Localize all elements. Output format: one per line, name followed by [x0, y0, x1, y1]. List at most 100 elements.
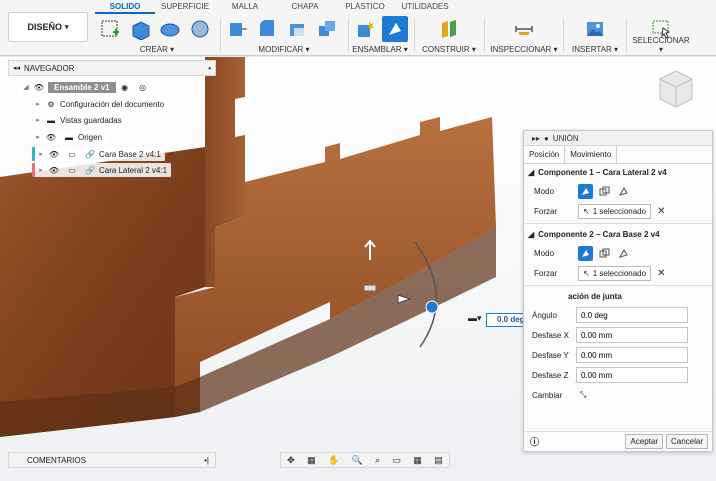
group-crear: CREAR ▾ — [97, 14, 217, 56]
angle-field[interactable] — [576, 307, 688, 323]
expand-triangle-icon[interactable]: ▸ — [34, 133, 42, 141]
insert-image-icon[interactable] — [582, 16, 608, 42]
toolbar-tabs: SOLIDO SUPERFICIE MALLA CHAPA PLÁSTICO U… — [95, 0, 455, 14]
two-edge-intersection-icon[interactable] — [616, 184, 631, 199]
offset-x-field[interactable] — [576, 327, 688, 343]
dialog-header[interactable]: ▸▸ ● UNIÓN — [524, 131, 712, 146]
browser-menu-icon[interactable]: • — [208, 64, 211, 73]
grid-icon[interactable]: ▦ — [413, 455, 422, 466]
offset-plane-icon[interactable] — [436, 16, 462, 42]
group-label-construir[interactable]: CONSTRUIR — [422, 45, 470, 54]
group-label-modificar[interactable]: MODIFICAR — [258, 45, 303, 54]
section-title: Componente 2 – Cara Base 2 v4 — [538, 230, 660, 239]
angle-type-icon[interactable]: ▬▾ — [468, 313, 482, 324]
flip-row: Cambiar ⤡ — [524, 385, 712, 405]
tree-item-document-settings[interactable]: ▸ ⚙ Configuración del documento — [32, 97, 169, 111]
group-label-seleccionar[interactable]: SELECCIONAR — [632, 36, 689, 45]
measure-icon[interactable] — [511, 16, 537, 42]
tab-chapa[interactable]: CHAPA — [275, 0, 335, 14]
hand-icon[interactable]: ✋ — [328, 455, 339, 466]
info-icon[interactable]: ⓘ — [530, 435, 539, 448]
activate-radio-icon[interactable]: ◎ — [137, 82, 149, 92]
tab-superficie[interactable]: SUPERFICIE — [155, 0, 215, 14]
toolbar-divider — [414, 18, 415, 52]
visibility-eye-icon[interactable]: 👁 — [48, 149, 60, 159]
offset-y-field[interactable] — [576, 347, 688, 363]
snap-mode-icon[interactable] — [578, 245, 593, 261]
snap-mode-icon[interactable] — [578, 183, 593, 199]
combine-icon[interactable] — [314, 16, 340, 42]
section-component2[interactable]: ◢ Componente 2 – Cara Base 2 v4 — [524, 226, 712, 243]
clear-selection-icon[interactable]: ✕ — [657, 268, 665, 279]
browser-header[interactable]: ◂◂ NAVEGADOR • — [8, 60, 216, 76]
tab-movimiento[interactable]: Movimiento — [565, 146, 618, 163]
link-icon: 🔗 — [85, 149, 95, 159]
joint-dialog: ▸▸ ● UNIÓN Posición Movimiento ◢ Compone… — [523, 130, 713, 452]
caret-down-icon: ▾ — [65, 24, 69, 31]
cursor-icon: ↖ — [583, 268, 590, 278]
group-label-inspeccionar[interactable]: INSPECCIONAR — [490, 45, 551, 54]
tab-solido[interactable]: SOLIDO — [95, 0, 155, 14]
tree-item-saved-views[interactable]: ▸ ▬ Vistas guardadas — [32, 113, 126, 127]
between-two-faces-icon[interactable] — [597, 246, 612, 261]
create-sketch-icon[interactable] — [97, 16, 123, 42]
orbit-icon[interactable]: ✥ — [287, 455, 295, 466]
group-label-crear[interactable]: CREAR — [140, 45, 168, 54]
group-insertar: INSERTAR ▾ — [567, 14, 623, 56]
collapse-icon[interactable]: ◂◂ — [13, 64, 20, 72]
press-pull-icon[interactable] — [224, 16, 250, 42]
expand-triangle-icon[interactable]: ◢ — [528, 230, 534, 239]
expand-triangle-icon[interactable]: ◢ — [528, 168, 534, 177]
tab-malla[interactable]: MALLA — [215, 0, 275, 14]
tree-item-cara-base[interactable]: ▸ 👁 ▭ 🔗 Cara Base 2 v4:1 — [32, 147, 165, 161]
tab-plastico[interactable]: PLÁSTICO — [335, 0, 395, 14]
selection-button[interactable]: ↖ 1 seleccionado — [578, 203, 652, 219]
fillet-icon[interactable] — [254, 16, 280, 42]
comments-bar[interactable]: COMENTARIOS •| — [8, 452, 216, 468]
revolve-icon[interactable] — [157, 16, 183, 42]
cancel-button[interactable]: Cancelar — [665, 434, 708, 449]
group-label-ensamblar[interactable]: ENSAMBLAR — [352, 45, 401, 54]
toolbar-divider — [348, 18, 349, 52]
between-two-faces-icon[interactable] — [597, 184, 612, 199]
expand-triangle-icon[interactable]: ▸ — [34, 100, 42, 108]
section-component1[interactable]: ◢ Componente 1 – Cara Lateral 2 v4 — [524, 164, 712, 181]
accept-button[interactable]: Aceptar — [625, 434, 663, 449]
collapse-icon[interactable]: ▸▸ — [532, 134, 540, 143]
expand-triangle-icon[interactable]: ▸ — [34, 116, 42, 124]
tree-item-root[interactable]: ◢ 👁 Ensamble 2 v1 ◉ ◎ — [20, 80, 156, 94]
viewports-icon[interactable]: ▤ — [434, 455, 443, 466]
visibility-eye-icon[interactable]: 👁 — [48, 165, 60, 175]
shell-icon[interactable] — [284, 16, 310, 42]
joint-origin-icon[interactable] — [363, 284, 377, 292]
expand-triangle-icon[interactable]: ▸ — [37, 166, 45, 174]
tab-utilidades[interactable]: UTILIDADES — [395, 0, 455, 14]
view-cube-icon[interactable] — [652, 65, 700, 113]
clear-selection-icon[interactable]: ✕ — [657, 206, 665, 217]
pan-icon[interactable]: ▦ — [307, 455, 316, 466]
new-component-icon[interactable] — [352, 16, 378, 42]
rotation-handle-icon[interactable] — [425, 300, 439, 314]
visibility-eye-icon[interactable]: 👁 — [45, 132, 57, 142]
expand-triangle-icon[interactable]: ◢ — [22, 83, 30, 91]
comments-toggle-icon[interactable]: •| — [204, 456, 209, 465]
selection-button[interactable]: ↖ 1 seleccionado — [578, 265, 652, 281]
tree-label: Cara Base 2 v4:1 — [99, 149, 161, 159]
two-edge-intersection-icon[interactable] — [616, 246, 631, 261]
group-label-insertar[interactable]: INSERTAR — [572, 45, 612, 54]
visibility-eye-icon[interactable]: 👁 — [33, 82, 45, 92]
loft-icon[interactable] — [187, 16, 213, 42]
tree-item-cara-lateral[interactable]: ▸ 👁 ▭ 🔗 Cara Lateral 2 v4:1 — [32, 163, 172, 177]
extrude-icon[interactable] — [127, 16, 153, 42]
section-alignment[interactable]: ación de junta — [524, 288, 712, 305]
flip-icon[interactable]: ⤡ — [580, 390, 586, 400]
zoom-icon[interactable]: 🔍 — [352, 455, 363, 466]
workspace-switcher-button[interactable]: DISEÑO ▾ — [8, 12, 88, 42]
offset-z-field[interactable] — [576, 367, 688, 383]
display-settings-icon[interactable]: ▭ — [393, 455, 402, 466]
tab-posicion[interactable]: Posición — [524, 146, 566, 163]
expand-triangle-icon[interactable]: ▸ — [37, 150, 45, 158]
zoom-window-icon[interactable]: ⌕ — [375, 455, 380, 466]
joint-icon[interactable] — [382, 16, 408, 42]
tree-item-origin[interactable]: ▸ 👁 ▬ Origen — [32, 130, 107, 144]
